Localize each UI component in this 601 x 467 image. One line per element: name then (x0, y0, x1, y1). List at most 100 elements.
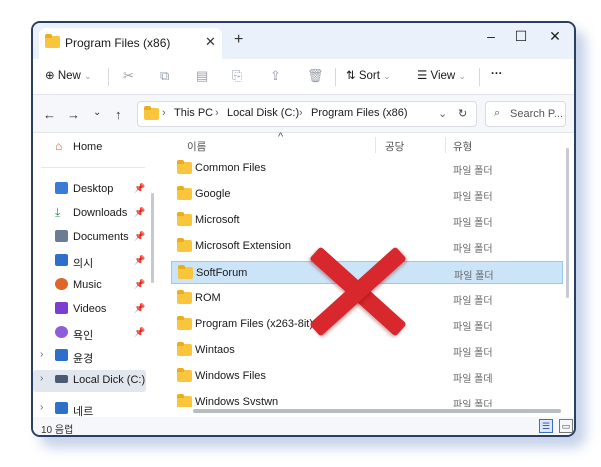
column-header-date[interactable]: 공당 (385, 139, 404, 154)
file-row[interactable]: ROM 파일 폴더 (171, 287, 563, 310)
paste-icon[interactable]: ▤ (196, 68, 208, 84)
network-icon (55, 402, 68, 414)
pin-icon[interactable]: 📌 (134, 183, 145, 194)
sidebar-item-videos[interactable]: Videos 📌 (33, 299, 151, 321)
sidebar-item-recent[interactable]: 욕인 📌 (33, 323, 151, 345)
refresh-icon[interactable]: ↻ (458, 107, 467, 120)
up-arrow-icon[interactable]: ↑ (115, 107, 122, 122)
folder-icon (177, 394, 192, 407)
sidebar-item-label: Music (73, 279, 102, 291)
sidebar-item-this-pc[interactable]: › 윤경 (33, 346, 151, 368)
more-options-button[interactable]: ··· (491, 68, 503, 80)
pin-icon[interactable]: 📌 (134, 207, 145, 218)
file-row[interactable]: Windows Svstwn 파일 폴더 (171, 391, 563, 407)
details-view-icon[interactable]: ☰ (539, 419, 553, 433)
file-list: 이름 ^ 공당 유형 Common Files 파일 폴더 Google 파일 … (161, 131, 566, 417)
tiles-view-icon[interactable]: ▭ (559, 419, 573, 433)
file-row[interactable]: Common Files 파일 폴더 (171, 157, 563, 180)
pin-icon[interactable]: 📌 (134, 327, 145, 338)
tab-program-files[interactable]: Program Files (x86) ✕ (39, 28, 222, 59)
sidebar-item-downloads[interactable]: ⤓ Downloads 📌 (33, 203, 151, 225)
forward-arrow-icon[interactable]: → (67, 107, 80, 122)
file-list-vertical-scrollbar[interactable] (566, 148, 569, 298)
sidebar-item-home[interactable]: ⌂ Home (33, 137, 151, 159)
file-type: 파일 폴더 (454, 271, 494, 282)
copy-icon[interactable]: ⧉ (160, 68, 169, 84)
sidebar-item-documents[interactable]: Documents 📌 (33, 227, 151, 249)
home-icon: ⌂ (55, 139, 63, 153)
sidebar-item-music[interactable]: Music 📌 (33, 275, 151, 297)
file-row[interactable]: Google 파일 폴터 (171, 183, 563, 206)
breadcrumb-local-disk[interactable]: Local Disk (C:) (227, 107, 299, 119)
column-header-name[interactable]: 이름 (187, 139, 206, 154)
new-button[interactable]: ⊕ New ⌄ (45, 68, 92, 82)
pin-icon[interactable]: 📌 (134, 255, 145, 266)
maximize-button[interactable]: ☐ (511, 28, 531, 45)
file-name: Microsoft Extension (195, 240, 291, 252)
sidebar-item-label: Home (73, 141, 103, 153)
navigation-pane: ⌂ Home Desktop 📌 ⤓ Downloads 📌 Documents… (33, 133, 151, 418)
address-dropdown-icon[interactable]: ⌄ (438, 107, 447, 120)
breadcrumb-program-files[interactable]: Program Files (x86) (311, 107, 408, 119)
documents-icon (55, 230, 68, 242)
file-name: Google (195, 188, 231, 200)
file-list-horizontal-scrollbar[interactable] (193, 409, 561, 413)
sidebar-item-label: 의시 (73, 258, 94, 270)
column-divider[interactable] (445, 137, 446, 153)
sidebar-item-label: Videos (73, 303, 107, 315)
file-row-selected[interactable]: SoftForum 파일 폴더 (171, 261, 563, 284)
file-type: 파일 폴터 (453, 192, 493, 203)
sidebar-scrollbar[interactable] (151, 193, 154, 283)
chevron-right-icon[interactable]: › (40, 402, 43, 413)
item-count: 10 음렵 (41, 425, 74, 436)
file-name: SoftForum (196, 267, 248, 279)
file-type: 파일 폴더 (453, 296, 493, 307)
folder-icon (177, 212, 192, 226)
chevron-down-icon: ⌄ (458, 71, 466, 81)
explorer-window: Program Files (x86) ✕ + – ☐ ✕ ⊕ New ⌄ ✂ … (31, 21, 576, 437)
close-window-button[interactable]: ✕ (545, 28, 565, 45)
cut-icon[interactable]: ✂ (123, 68, 134, 84)
address-bar[interactable]: › This PC › Local Disk (C:) › Program Fi… (137, 101, 477, 127)
pin-icon[interactable]: 📌 (134, 231, 145, 242)
search-box[interactable]: ⌕ Search P... (485, 101, 566, 127)
new-plus-icon: ⊕ (45, 70, 55, 82)
chevron-right-icon[interactable]: › (40, 349, 43, 360)
share-icon[interactable]: ⇪ (270, 68, 281, 84)
delete-icon[interactable]: 🗑 (307, 68, 324, 84)
breadcrumb-this-pc[interactable]: This PC (174, 107, 213, 119)
sidebar-item-local-disk[interactable]: › Local Dick (C:) (33, 370, 146, 392)
file-row[interactable]: Microsoft Extension 파일 폴더 (171, 235, 563, 258)
file-row[interactable]: Microsoft 파일 폴더 (171, 209, 563, 232)
folder-icon (177, 342, 192, 356)
sidebar-divider (41, 167, 145, 168)
view-label: View (430, 70, 456, 82)
chevron-down-icon: ⌄ (383, 71, 391, 81)
recent-locations-chevron-icon[interactable]: ⌄ (93, 107, 101, 118)
drive-icon (55, 375, 68, 383)
folder-icon (177, 290, 192, 304)
rename-icon[interactable]: ⎘ (232, 68, 242, 84)
file-row[interactable]: Program Files (x263-8it) 파일 폴더 (171, 313, 563, 336)
file-row[interactable]: Windows Files 파일 폴데 (171, 365, 563, 388)
back-arrow-icon[interactable]: ← (43, 107, 56, 122)
sidebar-item-desktop[interactable]: Desktop 📌 (33, 179, 151, 201)
file-row[interactable]: Wintaos 파일 폴더 (171, 339, 563, 362)
sidebar-item-pictures[interactable]: 의시 📌 (33, 251, 151, 273)
new-tab-button[interactable]: + (234, 31, 243, 49)
file-name: Windows Svstwn (195, 396, 279, 407)
folder-icon (178, 265, 193, 279)
view-button[interactable]: ☰ View ⌄ (417, 68, 466, 82)
column-divider[interactable] (375, 137, 376, 153)
column-header-type[interactable]: 유형 (453, 139, 472, 154)
pin-icon[interactable]: 📌 (134, 303, 145, 314)
file-type: 파일 폴데 (453, 374, 493, 385)
tab-close-button[interactable]: ✕ (205, 34, 216, 50)
new-label: New (57, 70, 81, 82)
file-type: 파일 폴더 (453, 322, 493, 333)
minimize-button[interactable]: – (481, 28, 501, 44)
pin-icon[interactable]: 📌 (134, 279, 145, 290)
chevron-right-icon[interactable]: › (40, 373, 43, 384)
sidebar-item-label: Documents (73, 231, 129, 243)
sort-button[interactable]: ⇅ Sort ⌄ (346, 68, 391, 82)
